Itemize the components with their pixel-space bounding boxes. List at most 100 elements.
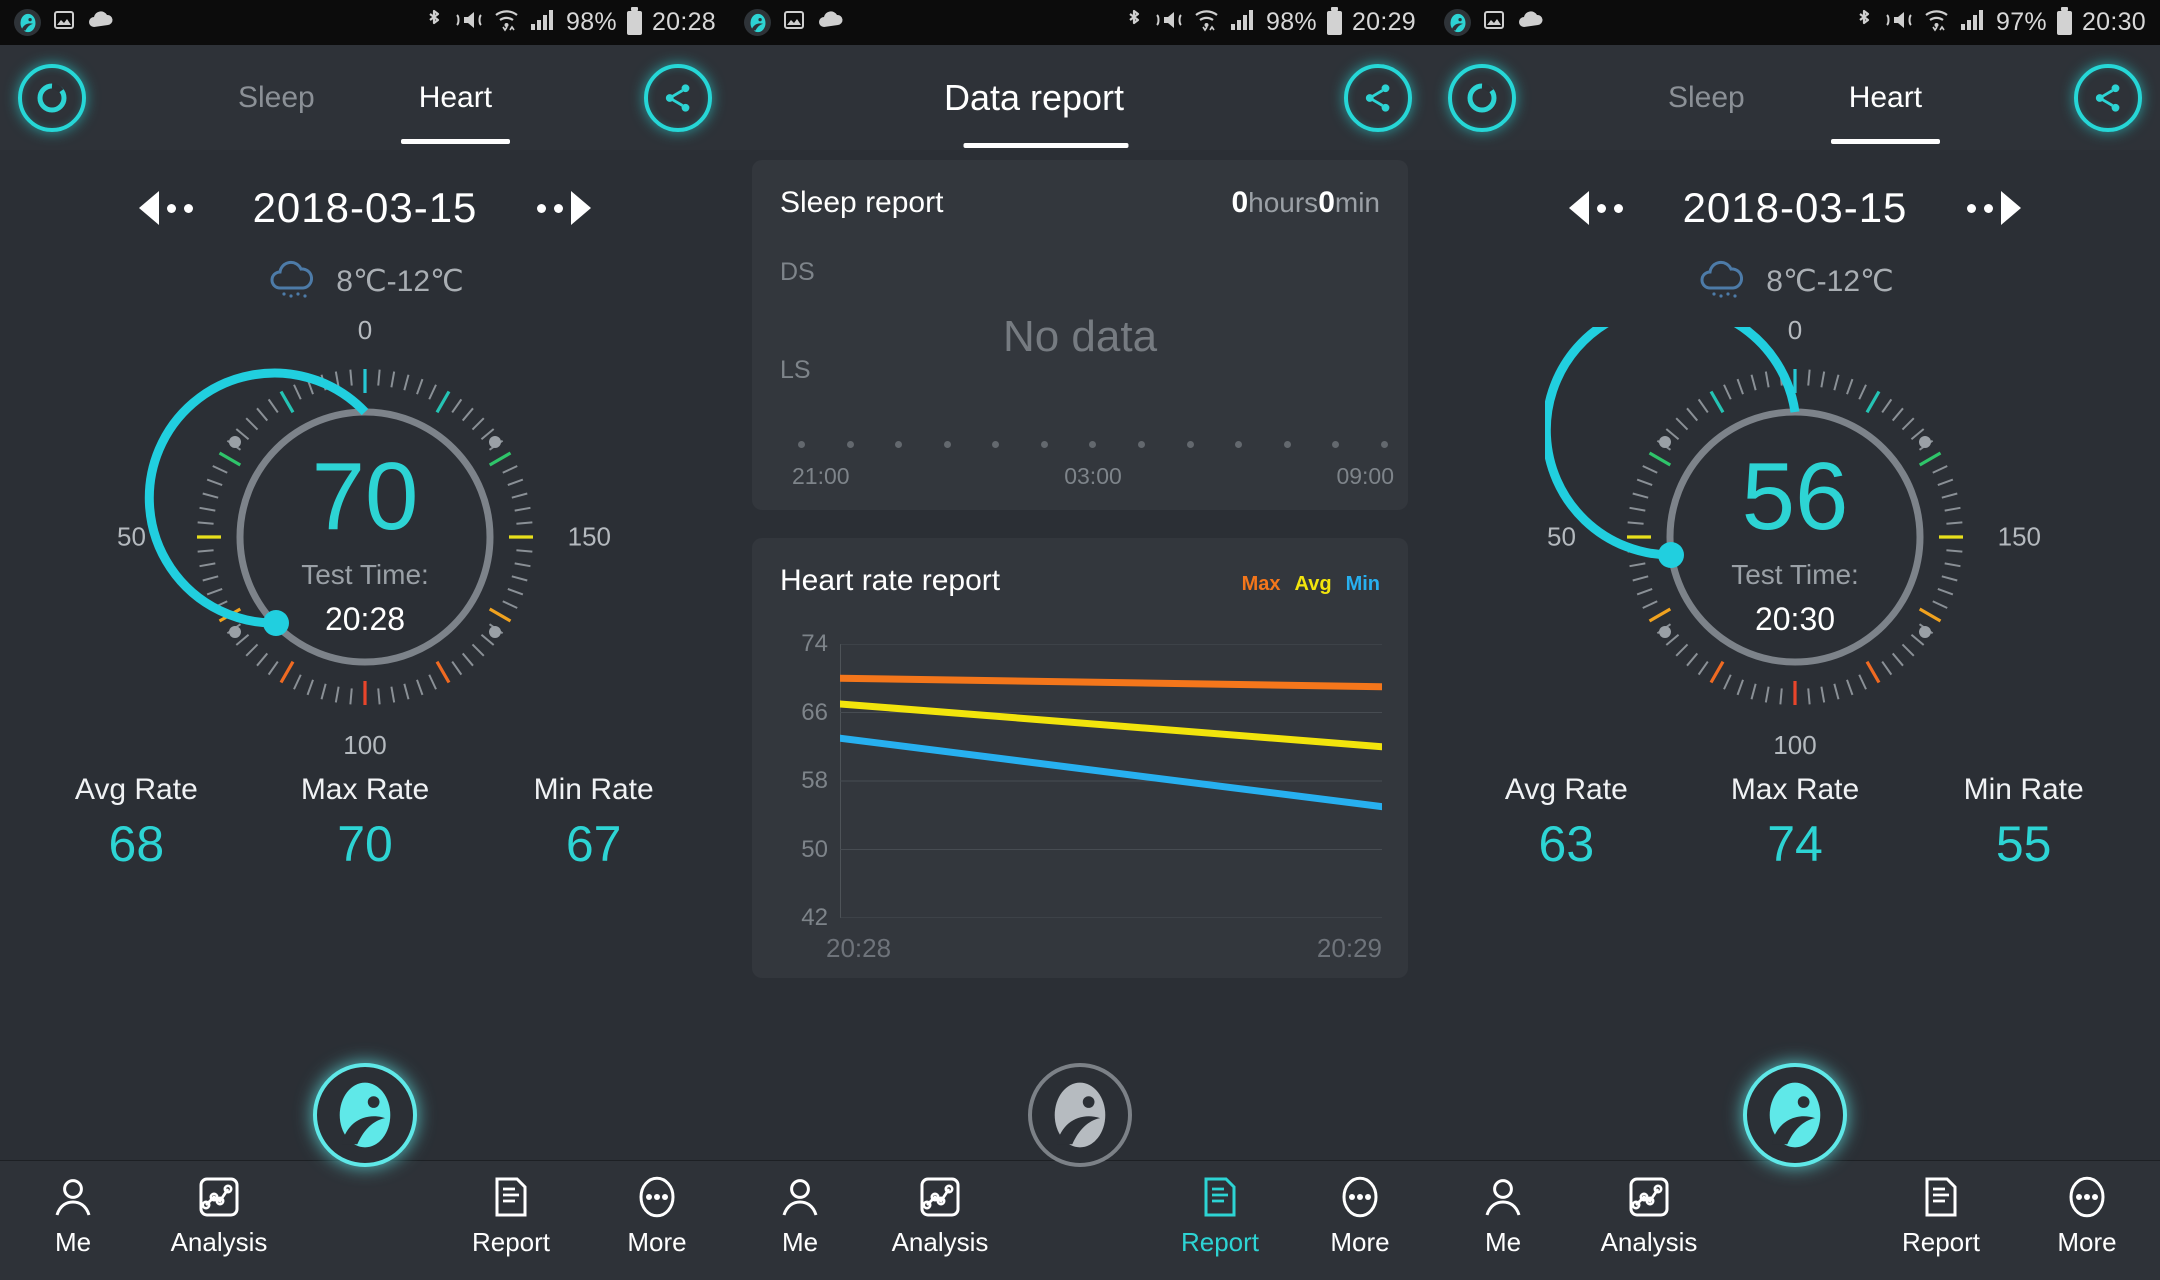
ring-logo-icon[interactable]	[18, 63, 86, 132]
nav-label: Me	[54, 1227, 92, 1257]
sleep-x-tick-dots	[798, 441, 1388, 448]
chart-y-tick-label: 58	[801, 767, 828, 794]
home-fab-button[interactable]	[313, 1063, 417, 1167]
nav-label: More	[627, 1227, 687, 1257]
nav-item-report[interactable]: Report	[438, 1173, 584, 1258]
analysis-chart-icon	[1629, 1177, 1669, 1217]
chevron-right-icon	[571, 191, 592, 225]
tab-heart[interactable]: Heart	[400, 45, 511, 150]
next-day-button[interactable]	[537, 191, 592, 225]
more-dots-icon	[639, 1176, 675, 1218]
tab-heart[interactable]: Heart	[1830, 45, 1941, 150]
nav-item-me[interactable]: Me	[0, 1173, 146, 1258]
battery-icon	[626, 6, 642, 35]
sleep-x-labels: 21:00 03:00 09:00	[792, 463, 1394, 490]
stat-label: Max Rate	[300, 773, 430, 806]
gallery-icon	[782, 8, 806, 37]
share-icon[interactable]	[2074, 63, 2142, 132]
more-dots-icon	[2069, 1176, 2105, 1218]
test-time-value: 20:30	[1754, 601, 1836, 637]
bluetooth-icon	[1124, 7, 1144, 38]
chart-plot-area	[840, 644, 1382, 918]
ring-logo-icon[interactable]	[1448, 63, 1516, 132]
tab-sleep[interactable]: Sleep	[232, 45, 321, 150]
sleep-x-tick-dot	[1040, 441, 1048, 448]
next-day-button[interactable]	[1967, 191, 2022, 225]
sleep-x-tick-dot	[1186, 441, 1194, 448]
nav-item-report[interactable]: Report	[1868, 1173, 2014, 1258]
nav-item-more[interactable]: More	[1290, 1173, 1430, 1258]
nav-label: Analysis	[170, 1227, 268, 1257]
nav-item-analysis[interactable]: Analysis	[870, 1173, 1010, 1258]
status-bar-left-icons	[14, 8, 115, 37]
prev-day-button[interactable]	[138, 191, 193, 225]
rate-stats: Avg Rate 68 Max Rate 70 Min Rate 67	[0, 773, 730, 873]
nav-label: Me	[1484, 1227, 1522, 1257]
next-dots-icon	[1967, 203, 1994, 213]
home-fab-button[interactable]	[1028, 1063, 1132, 1167]
nav-label: Report	[471, 1227, 551, 1257]
sleep-x-label: 21:00	[792, 463, 850, 489]
chart-series-max	[840, 674, 1382, 691]
mute-vibrate-icon	[454, 8, 484, 37]
nav-item-analysis[interactable]: Analysis	[1576, 1173, 1722, 1258]
tab-sleep[interactable]: Sleep	[1662, 45, 1751, 150]
legend-item-avg: Avg	[1294, 573, 1332, 595]
sleep-axis-label-ds: DS	[780, 258, 815, 286]
gauge-scale-bottom: 100	[343, 730, 387, 760]
chart-x-label: 20:28	[826, 933, 892, 963]
bluetooth-icon	[424, 7, 444, 38]
bluetooth-icon	[1854, 7, 1874, 38]
temperature-range-label: 8℃-12℃	[336, 265, 464, 298]
sleep-x-tick-dot	[992, 441, 1000, 448]
stat-label: Max Rate	[1730, 773, 1860, 806]
share-icon[interactable]	[644, 63, 712, 132]
status-bar-left-icons	[1444, 8, 1545, 37]
wifi-icon	[1194, 8, 1220, 37]
stat-value: 63	[1538, 816, 1595, 872]
date-navigator: 2018-03-15	[1430, 184, 2160, 232]
sleep-hours-unit: hours	[1248, 187, 1319, 218]
wifi-icon	[494, 8, 520, 37]
analysis-chart-icon	[920, 1177, 960, 1217]
stat-label: Avg Rate	[74, 773, 198, 806]
nav-item-me[interactable]: Me	[1430, 1173, 1576, 1258]
nav-item-more[interactable]: More	[2014, 1173, 2160, 1258]
app-logo-icon	[1444, 9, 1471, 36]
status-bar-left-icons	[744, 8, 845, 37]
clock-label: 20:30	[2081, 8, 2146, 36]
status-bar: 97% 20:30	[1430, 0, 2160, 45]
battery-icon	[1326, 6, 1342, 35]
share-icon[interactable]	[1344, 63, 1412, 132]
nav-item-report[interactable]: Report	[1150, 1173, 1290, 1258]
three-panel-screenshot: 98% 20:28 Sleep Heart 2018-03-15 8℃-12℃ …	[0, 0, 2160, 1280]
sleep-x-tick-dot	[1235, 441, 1243, 448]
heart-rate-report-card[interactable]: Heart rate report Max Avg Min 42 50 58 66 74…	[752, 538, 1408, 978]
nav-item-more[interactable]: More	[584, 1173, 730, 1258]
nav-label: More	[2057, 1227, 2117, 1257]
bottom-nav: Me Analysis Report More	[1430, 1063, 2160, 1280]
home-fab-button[interactable]	[1743, 1063, 1847, 1167]
sleep-hours-value: 0	[1231, 186, 1249, 219]
status-bar: 98% 20:28	[0, 0, 730, 45]
person-icon	[55, 1179, 91, 1216]
stat-label: Avg Rate	[1504, 773, 1628, 806]
sleep-report-card[interactable]: Sleep report 0hours0min DS LS No data 21…	[752, 160, 1408, 510]
nav-item-me[interactable]: Me	[730, 1173, 870, 1258]
app-mascot-icon	[339, 1082, 391, 1148]
person-icon	[782, 1179, 818, 1216]
panel-data-report: 98% 20:29 Data report Sleep report 0hour…	[730, 0, 1430, 1280]
mute-vibrate-icon	[1884, 8, 1914, 37]
nav-item-analysis[interactable]: Analysis	[146, 1173, 292, 1258]
report-document-icon	[495, 1177, 527, 1217]
hr-card-header: Heart rate report Max Avg Min	[780, 564, 1380, 598]
stat-value: 70	[337, 816, 393, 872]
nav-label: Report	[1180, 1227, 1260, 1257]
sleep-x-tick-dot	[1283, 441, 1291, 448]
chart-y-tick-label: 42	[801, 904, 828, 931]
sleep-total-duration: 0hours0min	[1231, 186, 1380, 220]
report-document-icon	[1204, 1177, 1236, 1217]
prev-day-button[interactable]	[1568, 191, 1623, 225]
panel-heart-left: 98% 20:28 Sleep Heart 2018-03-15 8℃-12℃ …	[0, 0, 730, 1280]
battery-percent-label: 97%	[1996, 8, 2047, 36]
